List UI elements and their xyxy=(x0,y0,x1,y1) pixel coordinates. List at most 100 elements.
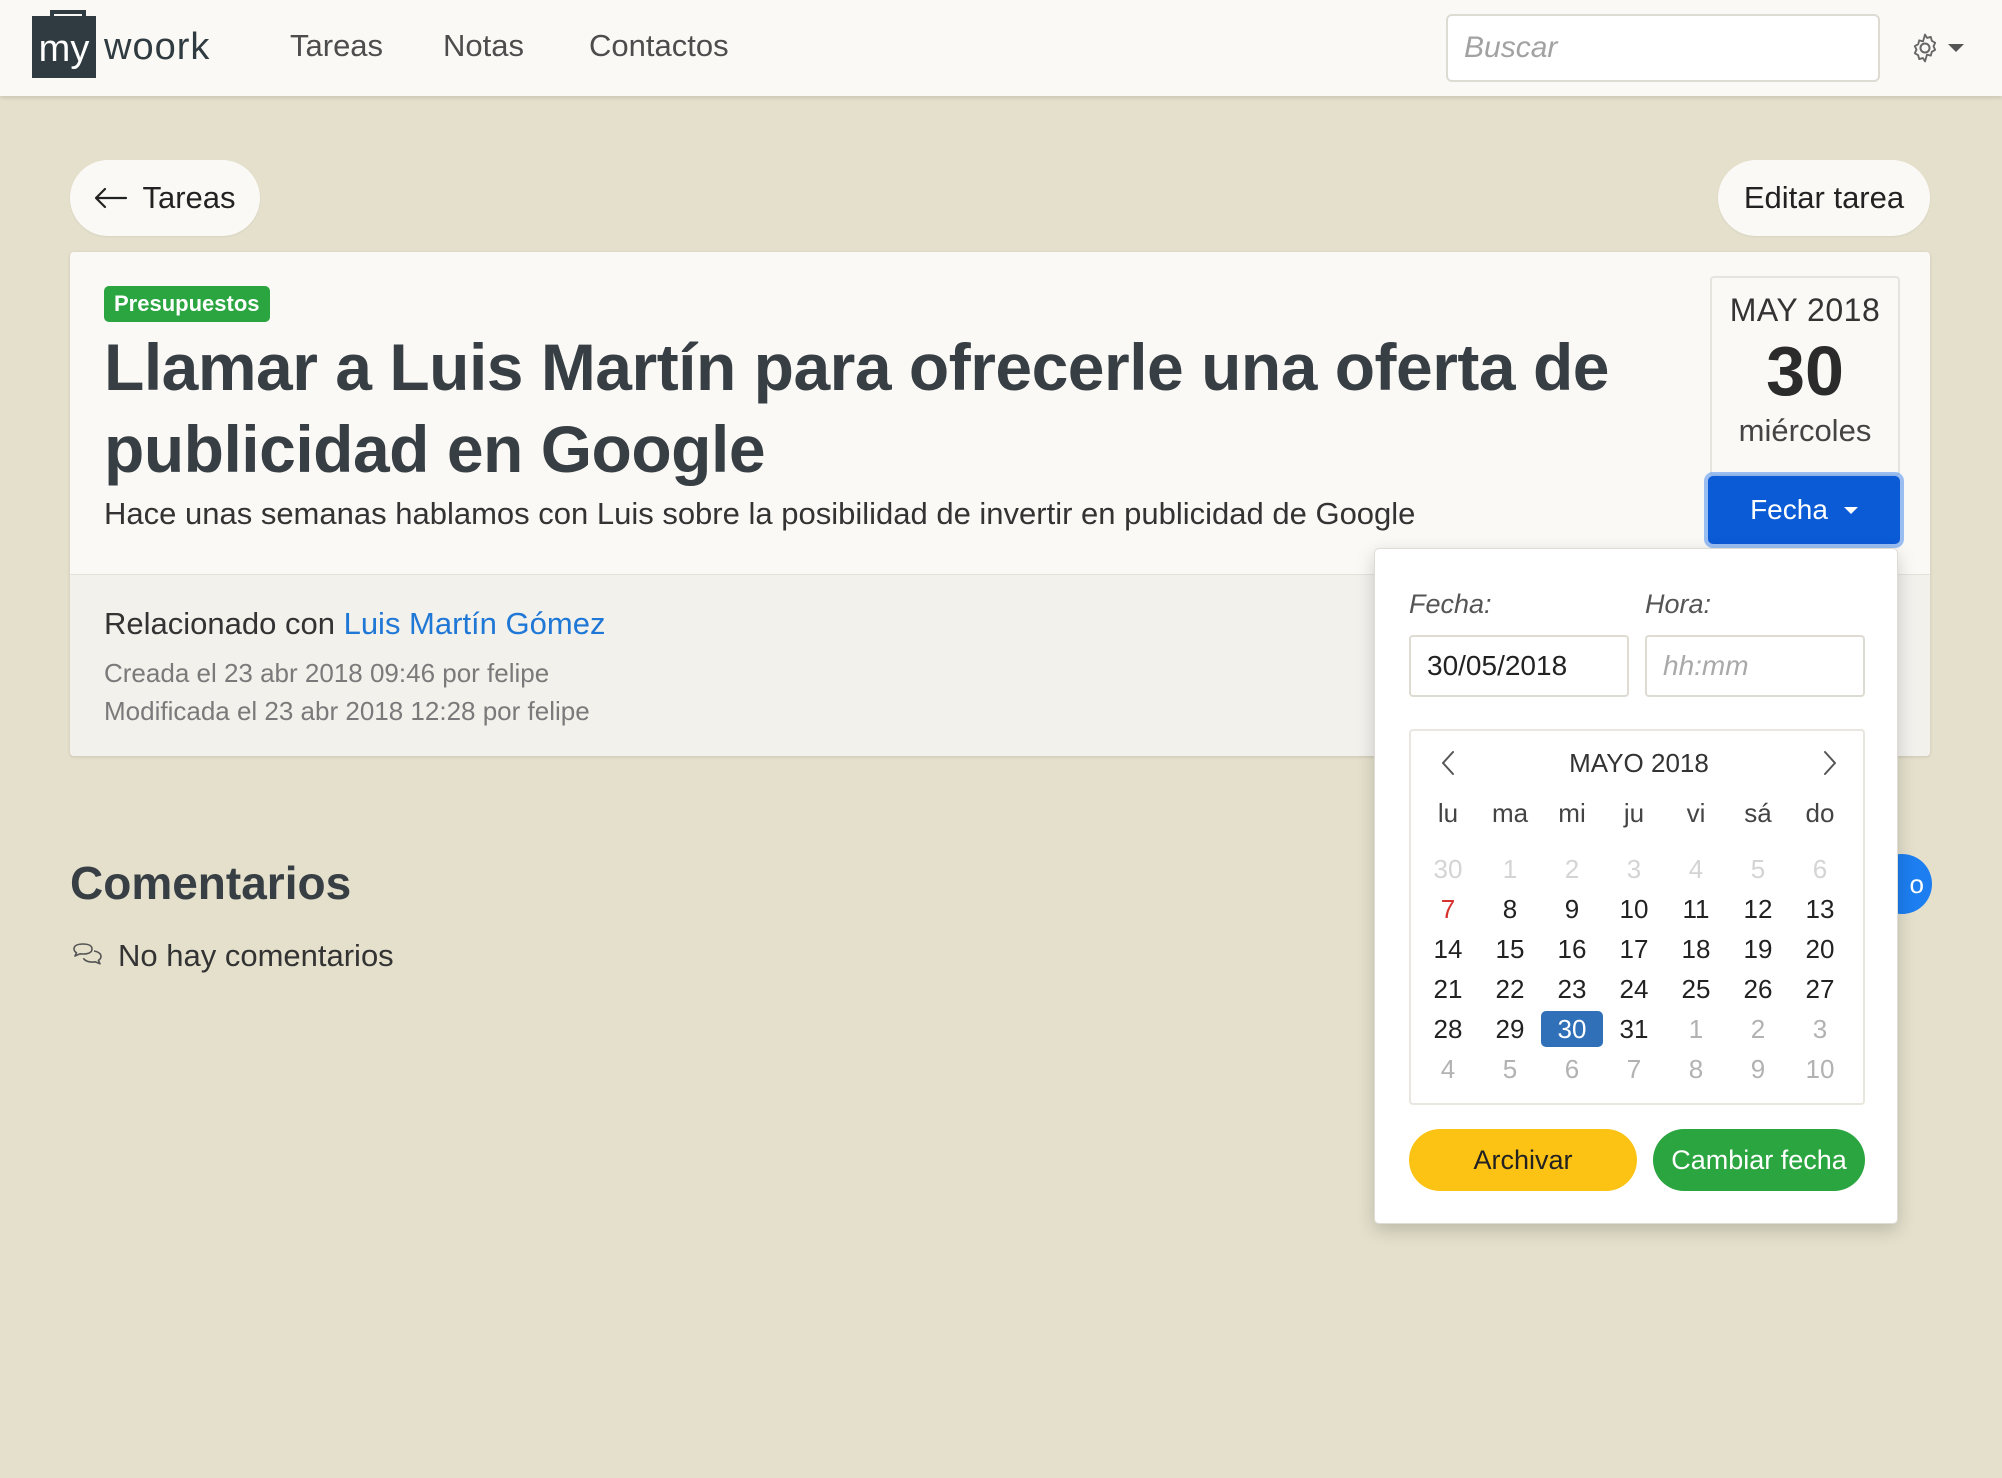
calendar-day[interactable]: 7 xyxy=(1417,891,1479,927)
calendar-day[interactable]: 15 xyxy=(1479,931,1541,967)
related-contact: Relacionado con Luis Martín Gómez xyxy=(104,606,605,642)
back-button-label: Tareas xyxy=(142,180,236,215)
calendar-day[interactable]: 12 xyxy=(1727,891,1789,927)
calendar-day[interactable]: 1 xyxy=(1665,1011,1727,1047)
calendar-week: 14 15 16 17 18 19 20 xyxy=(1417,929,1861,969)
calendar-day[interactable]: 10 xyxy=(1603,891,1665,927)
task-title: Llamar a Luis Martín para ofrecerle una … xyxy=(104,330,1609,486)
calendar-day[interactable]: 10 xyxy=(1789,1051,1851,1087)
created-info: Creada el 23 abr 2018 09:46 por felipe xyxy=(104,658,550,688)
change-date-button[interactable]: Cambiar fecha xyxy=(1653,1129,1865,1191)
calendar-day[interactable]: 27 xyxy=(1789,971,1851,1007)
calendar-week: 30 1 2 3 4 5 6 xyxy=(1417,849,1861,889)
top-navbar: my woork Tareas Notas Contactos xyxy=(0,0,2002,96)
calendar: MAYO 2018 lu ma mi ju vi sá do 30 1 2 3 4 5 6 7 8 9 10 11… xyxy=(1409,729,1865,1105)
calendar-day[interactable]: 13 xyxy=(1789,891,1851,927)
calendar-day[interactable]: 25 xyxy=(1665,971,1727,1007)
calendar-weekday: ma xyxy=(1491,798,1529,828)
nav-link-notas[interactable]: Notas xyxy=(443,28,524,64)
modified-info: Modificada el 23 abr 2018 12:28 por feli… xyxy=(104,696,590,726)
calendar-day[interactable]: 4 xyxy=(1417,1051,1479,1087)
calendar-day[interactable]: 22 xyxy=(1479,971,1541,1007)
calendar-weekday: lu xyxy=(1437,798,1459,828)
calendar-day[interactable]: 2 xyxy=(1541,851,1603,887)
search-input[interactable] xyxy=(1446,14,1880,82)
due-date-weekday: miércoles xyxy=(1738,413,1872,448)
calendar-day[interactable]: 3 xyxy=(1603,851,1665,887)
calendar-month-label[interactable]: MAYO 2018 xyxy=(1411,743,1867,783)
date-picker-popover: Fecha: Hora: MAYO 2018 lu mami ju vi sá do 30… xyxy=(1374,548,1898,1224)
nav-link-tareas[interactable]: Tareas xyxy=(290,28,383,64)
chevron-down-icon xyxy=(1843,506,1858,514)
app-logo[interactable]: my woork xyxy=(32,10,211,78)
calendar-day[interactable]: 3 xyxy=(1789,1011,1851,1047)
calendar-weekday: vi xyxy=(1686,798,1706,828)
calendar-day[interactable]: 16 xyxy=(1541,931,1603,967)
calendar-day[interactable]: 9 xyxy=(1727,1051,1789,1087)
logo-box: my xyxy=(32,10,96,78)
calendar-weekday: sá xyxy=(1744,798,1772,828)
gear-icon xyxy=(1913,33,1937,63)
calendar-day[interactable]: 4 xyxy=(1665,851,1727,887)
chevron-right-icon xyxy=(1824,751,1836,775)
calendar-day-selected[interactable]: 30 xyxy=(1541,1011,1603,1047)
calendar-day[interactable]: 24 xyxy=(1603,971,1665,1007)
calendar-weekday: do xyxy=(1805,798,1835,828)
calendar-week: 21 22 23 24 25 26 27 xyxy=(1417,969,1861,1009)
calendar-weekday: ju xyxy=(1623,798,1645,828)
back-to-tasks-button[interactable]: Tareas xyxy=(70,160,260,236)
calendar-day[interactable]: 1 xyxy=(1479,851,1541,887)
edit-task-button[interactable]: Editar tarea xyxy=(1718,160,1930,236)
calendar-day[interactable]: 11 xyxy=(1665,891,1727,927)
category-badge[interactable]: Presupuestos xyxy=(104,286,270,322)
calendar-day[interactable]: 20 xyxy=(1789,931,1851,967)
calendar-day[interactable]: 7 xyxy=(1603,1051,1665,1087)
calendar-weekdays: lu ma mi ju vi sá do xyxy=(1417,793,1861,849)
calendar-day[interactable]: 17 xyxy=(1603,931,1665,967)
due-date-month: MAY 2018 xyxy=(1729,292,1881,328)
related-prefix: Relacionado con xyxy=(104,606,335,641)
calendar-week: 4 5 6 7 8 9 10 xyxy=(1417,1049,1861,1089)
calendar-week: 7 8 9 10 11 12 13 xyxy=(1417,889,1861,929)
calendar-day[interactable]: 30 xyxy=(1417,851,1479,887)
calendar-day[interactable]: 21 xyxy=(1417,971,1479,1007)
nav-link-contactos[interactable]: Contactos xyxy=(589,28,729,64)
settings-dropdown[interactable] xyxy=(1908,30,1974,66)
calendar-day[interactable]: 19 xyxy=(1727,931,1789,967)
no-comments-text: No hay comentarios xyxy=(118,938,394,973)
calendar-day[interactable]: 9 xyxy=(1541,891,1603,927)
due-date-day: 30 xyxy=(1766,332,1844,410)
calendar-day[interactable]: 31 xyxy=(1603,1011,1665,1047)
calendar-day[interactable]: 6 xyxy=(1541,1051,1603,1087)
date-input[interactable] xyxy=(1409,635,1629,697)
calendar-day[interactable]: 23 xyxy=(1541,971,1603,1007)
comments-icon xyxy=(73,943,102,965)
chevron-down-icon xyxy=(1948,44,1964,52)
calendar-day[interactable]: 28 xyxy=(1417,1011,1479,1047)
time-label: Hora: xyxy=(1645,589,1712,619)
archive-button[interactable]: Archivar xyxy=(1409,1129,1637,1191)
calendar-day[interactable]: 8 xyxy=(1479,891,1541,927)
calendar-grid: lu ma mi ju vi sá do 30 1 2 3 4 5 6 7 8 9 10 11 12 13 14 15 16… xyxy=(1417,793,1861,1089)
calendar-week: 28 29 30 31 1 2 3 xyxy=(1417,1009,1861,1049)
task-description: Hace unas semanas hablamos con Luis sobr… xyxy=(104,496,1416,531)
related-contact-link[interactable]: Luis Martín Gómez xyxy=(344,606,606,641)
calendar-day[interactable]: 26 xyxy=(1727,971,1789,1007)
calendar-day[interactable]: 5 xyxy=(1727,851,1789,887)
calendar-day[interactable]: 18 xyxy=(1665,931,1727,967)
logo-word: woork xyxy=(104,26,211,68)
calendar-day[interactable]: 14 xyxy=(1417,931,1479,967)
arrow-left-icon xyxy=(95,187,128,209)
fecha-dropdown-button[interactable]: Fecha xyxy=(1708,476,1900,544)
date-label: Fecha: xyxy=(1409,589,1492,619)
time-input[interactable] xyxy=(1645,635,1865,697)
comments-title: Comentarios xyxy=(70,857,352,909)
calendar-day[interactable]: 6 xyxy=(1789,851,1851,887)
calendar-day[interactable]: 2 xyxy=(1727,1011,1789,1047)
fecha-button-label: Fecha xyxy=(1750,494,1828,525)
calendar-next-button[interactable] xyxy=(1811,745,1847,781)
calendar-day[interactable]: 29 xyxy=(1479,1011,1541,1047)
calendar-day[interactable]: 5 xyxy=(1479,1051,1541,1087)
calendar-weekday: mi xyxy=(1558,798,1586,828)
calendar-day[interactable]: 8 xyxy=(1665,1051,1727,1087)
